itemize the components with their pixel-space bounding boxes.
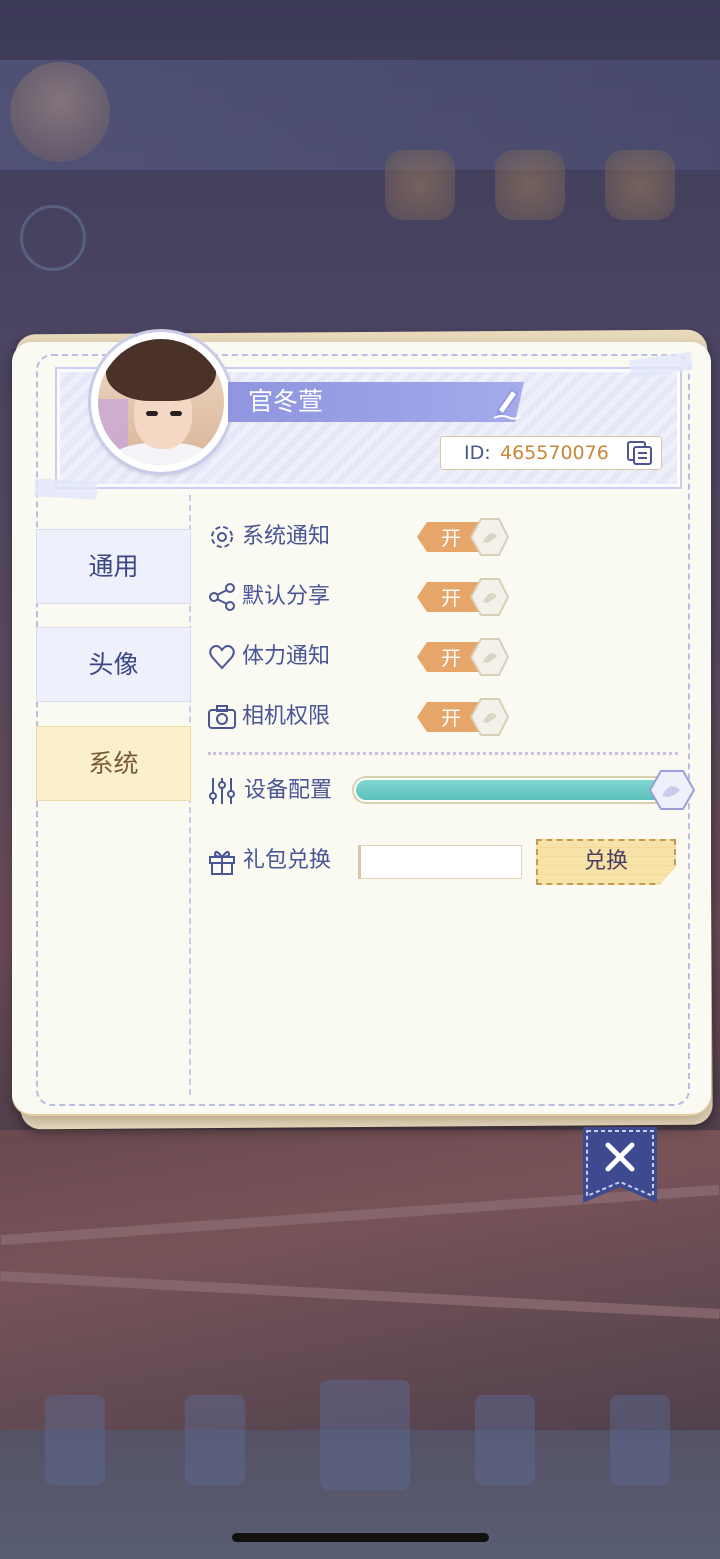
camera-toggle[interactable]: 开 bbox=[413, 696, 509, 738]
device-config-slider-fill bbox=[356, 780, 668, 800]
edit-name-icon[interactable] bbox=[488, 384, 524, 420]
system-notify-toggle[interactable]: 开 bbox=[413, 516, 509, 558]
svg-text:开: 开 bbox=[441, 646, 461, 670]
bg-nav-item bbox=[475, 1395, 535, 1485]
bg-compass-icon bbox=[20, 205, 86, 271]
bg-badge bbox=[495, 150, 565, 220]
sliders-icon bbox=[209, 778, 235, 804]
stamina-notify-toggle[interactable]: 开 bbox=[413, 636, 509, 678]
tab-general[interactable]: 通用 bbox=[36, 529, 191, 604]
copy-icon[interactable] bbox=[626, 440, 654, 466]
id-value: 465570076 bbox=[500, 442, 609, 464]
bg-badge bbox=[605, 150, 675, 220]
camera-icon bbox=[208, 705, 236, 729]
setting-label-stamina-notify: 体力通知 bbox=[242, 644, 331, 669]
default-share-toggle[interactable]: 开 bbox=[413, 576, 509, 618]
tape-decoration bbox=[34, 478, 98, 500]
tab-system[interactable]: 系统 bbox=[36, 726, 191, 801]
bg-badge bbox=[385, 150, 455, 220]
bg-player-avatar bbox=[10, 62, 110, 162]
player-name: 官冬萱 bbox=[248, 387, 324, 416]
gift-code-input[interactable] bbox=[358, 845, 522, 879]
gift-icon bbox=[209, 851, 235, 875]
setting-label-camera: 相机权限 bbox=[242, 704, 331, 729]
tab-avatar[interactable]: 头像 bbox=[36, 627, 191, 702]
bg-nav-item bbox=[45, 1395, 105, 1485]
home-indicator[interactable] bbox=[232, 1533, 489, 1542]
setting-label-system-notify: 系统通知 bbox=[242, 524, 331, 549]
id-label: ID: bbox=[464, 442, 491, 464]
gear-icon bbox=[211, 526, 233, 548]
redeem-button[interactable] bbox=[536, 839, 676, 885]
close-button[interactable] bbox=[583, 1127, 657, 1203]
share-icon bbox=[209, 583, 235, 611]
bg-nav-center bbox=[320, 1380, 410, 1490]
avatar[interactable] bbox=[98, 339, 224, 465]
bg-nav-item bbox=[185, 1395, 245, 1485]
heart-icon bbox=[209, 645, 235, 670]
device-config-slider-thumb[interactable] bbox=[648, 768, 696, 812]
section-divider bbox=[208, 752, 678, 755]
setting-label-default-share: 默认分享 bbox=[242, 584, 331, 609]
svg-text:开: 开 bbox=[441, 526, 461, 550]
svg-text:开: 开 bbox=[441, 706, 461, 730]
bg-nav-item bbox=[610, 1395, 670, 1485]
setting-label-gift: 礼包兑换 bbox=[243, 848, 332, 873]
setting-label-device-config: 设备配置 bbox=[244, 778, 333, 803]
svg-text:开: 开 bbox=[441, 586, 461, 610]
